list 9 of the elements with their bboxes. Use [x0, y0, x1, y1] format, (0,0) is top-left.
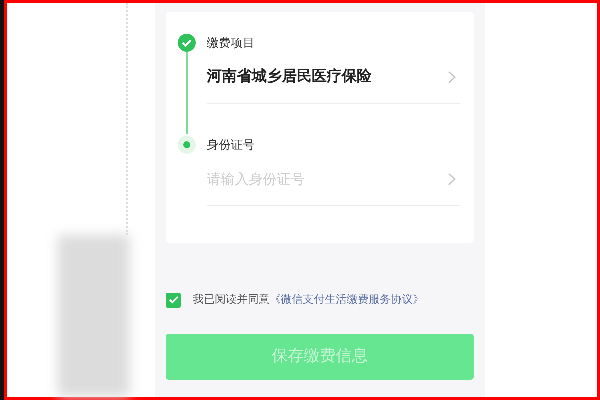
select-field[interactable]: 河南省城乡居民医疗保险	[207, 52, 460, 104]
chevron-right-icon	[448, 71, 456, 84]
chevron-right-icon	[448, 173, 456, 186]
checkbox[interactable]	[166, 292, 181, 308]
step-label: 身份证号	[207, 137, 256, 154]
step-label: 缴费项目	[207, 35, 256, 52]
agreement-text: 我已阅读并同意	[193, 292, 270, 308]
check-icon	[168, 296, 178, 304]
agreement-link[interactable]: 《微信支付生活缴费服务协议》	[270, 292, 424, 308]
